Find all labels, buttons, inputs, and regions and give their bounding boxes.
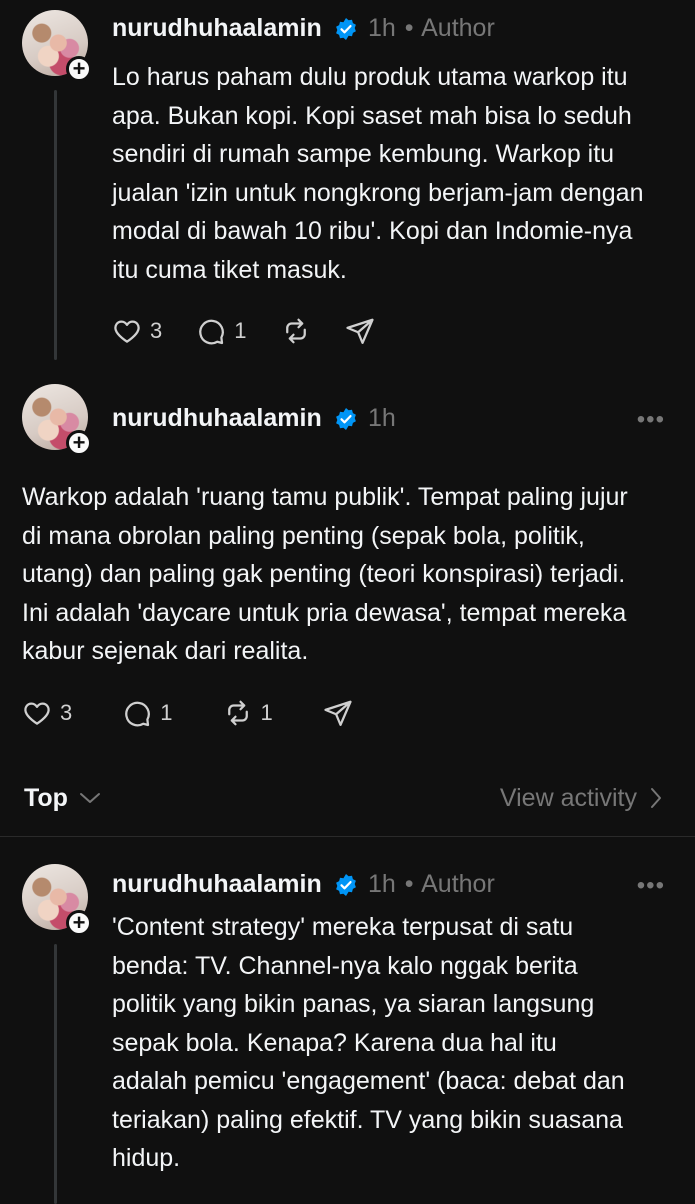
reply-count: 1 xyxy=(234,318,247,343)
send-icon xyxy=(345,318,374,344)
comment-icon xyxy=(125,701,151,727)
post-2: + nurudhuhaalamin 1h ••• Warkop adalah '… xyxy=(0,372,695,752)
author-label: Author xyxy=(421,14,495,42)
share-button[interactable] xyxy=(323,698,353,728)
repost-button[interactable]: 1 xyxy=(223,698,273,728)
replies-sort-bar: Top View activity xyxy=(0,760,695,837)
post-meta: 1h • Author xyxy=(368,14,495,43)
verified-badge-icon xyxy=(336,874,356,896)
heart-icon xyxy=(114,320,140,343)
thread-line xyxy=(54,90,57,360)
reply-button[interactable]: 1 xyxy=(196,316,247,346)
username[interactable]: nurudhuhaalamin xyxy=(112,404,322,433)
like-button[interactable]: 3 xyxy=(22,698,72,728)
post-actions: 3 1 1 xyxy=(22,698,387,728)
post-1: + nurudhuhaalamin 1h • Author Lo harus p… xyxy=(0,0,695,370)
post-time: 1h xyxy=(368,404,396,432)
sort-dropdown[interactable]: Top xyxy=(24,784,68,813)
author-label: Author xyxy=(421,870,495,898)
repost-count: 1 xyxy=(260,700,273,725)
more-options-icon[interactable]: ••• xyxy=(637,872,665,900)
like-count: 3 xyxy=(150,318,163,343)
comment-icon xyxy=(199,319,225,345)
reply-count: 1 xyxy=(160,700,173,725)
meta-separator: • xyxy=(404,870,414,898)
post-text: Warkop adalah 'ruang tamu publik'. Tempa… xyxy=(22,483,628,665)
repost-button[interactable] xyxy=(281,316,311,346)
chevron-down-icon[interactable] xyxy=(78,790,102,806)
reply-button[interactable]: 1 xyxy=(122,698,173,728)
post-time: 1h xyxy=(368,870,396,898)
post-time: 1h xyxy=(368,14,396,42)
username[interactable]: nurudhuhaalamin xyxy=(112,870,322,899)
post-actions: 3 1 xyxy=(112,316,409,346)
heart-icon xyxy=(24,702,50,725)
send-icon xyxy=(324,700,352,726)
follow-plus-icon[interactable]: + xyxy=(66,56,92,82)
follow-plus-icon[interactable]: + xyxy=(66,430,92,456)
post-text: Lo harus paham dulu produk utama warkop … xyxy=(112,63,644,284)
verified-badge-icon xyxy=(336,18,356,40)
post-meta: 1h • Author xyxy=(368,870,495,899)
post-3: + nurudhuhaalamin 1h • Author ••• 'Conte… xyxy=(0,850,695,1204)
post-text: 'Content strategy' mereka terpusat di sa… xyxy=(112,913,625,1172)
follow-plus-icon[interactable]: + xyxy=(66,910,92,936)
repost-icon xyxy=(285,318,306,344)
meta-separator: • xyxy=(404,14,414,42)
view-activity-link[interactable]: View activity xyxy=(500,784,637,813)
share-button[interactable] xyxy=(345,316,375,346)
like-button[interactable]: 3 xyxy=(112,316,162,346)
chevron-right-icon[interactable] xyxy=(649,786,663,810)
thread-line xyxy=(54,944,57,1204)
repost-icon xyxy=(227,700,248,726)
verified-badge-icon xyxy=(336,408,356,430)
username[interactable]: nurudhuhaalamin xyxy=(112,14,322,43)
more-options-icon[interactable]: ••• xyxy=(637,406,665,434)
like-count: 3 xyxy=(60,700,73,725)
